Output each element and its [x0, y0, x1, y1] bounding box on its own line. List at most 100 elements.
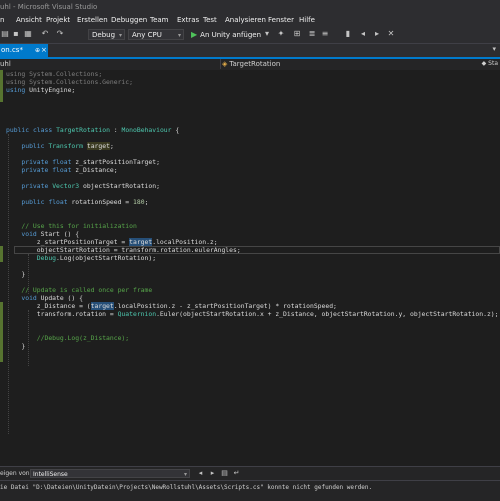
clear-bookmarks-icon[interactable]: ✕	[386, 29, 396, 39]
code-token: 180	[133, 198, 145, 206]
code-token: TargetRotation	[56, 126, 110, 134]
configuration-select[interactable]: Debug ▾	[88, 29, 125, 40]
code-line[interactable]: public Transform target;	[6, 142, 114, 150]
code-line[interactable]: }	[6, 342, 25, 350]
attach-unity-button[interactable]: ▶ An Unity anfügen	[191, 29, 261, 40]
tab-overflow-icon[interactable]: ▾	[492, 45, 496, 53]
code-line[interactable]: // Update is called once per frame	[6, 286, 152, 294]
save-icon[interactable]: ▪	[11, 29, 21, 39]
code-token: public	[21, 142, 45, 150]
code-token: using System.Collections;	[6, 70, 103, 78]
menu-debuggen[interactable]: Debuggen	[111, 16, 147, 24]
prev-bookmark-icon[interactable]: ◂	[358, 29, 368, 39]
code-token: ;	[144, 198, 149, 206]
code-line[interactable]: // Use this for initialization	[6, 222, 136, 230]
code-token: using System.Collections.Generic;	[6, 78, 133, 86]
menu-team[interactable]: Team	[150, 16, 169, 24]
tab-targetrotation-cs[interactable]: on.cs* ⊕ ×	[0, 44, 48, 57]
align-icon[interactable]: ≡	[320, 29, 330, 39]
output-message: ie Datei "D:\Dateien\UnityDatein\Project…	[0, 484, 373, 491]
code-line[interactable]: using System.Collections.Generic;	[6, 78, 133, 86]
clear-output-icon[interactable]: ▤	[220, 469, 229, 478]
code-token: //Debug.Log(z_Distance);	[36, 334, 130, 342]
output-source-select[interactable]: IntelliSense ▾	[30, 469, 190, 478]
menu-fenster[interactable]: Fenster	[268, 16, 294, 24]
code-line[interactable]: private float z_Distance;	[6, 166, 118, 174]
menu-test[interactable]: Test	[203, 16, 217, 24]
code-token: MonoBehaviour	[121, 126, 172, 134]
code-line[interactable]: z_startPositionTarget = target.localPosi…	[6, 238, 218, 246]
next-bookmark-icon[interactable]: ▸	[372, 29, 382, 39]
next-message-icon[interactable]: ▸	[208, 469, 217, 478]
output-panel: eigen von: IntelliSense ▾ ◂ ▸ ▤ ↵ ie Dat…	[0, 466, 500, 501]
code-line[interactable]: //Debug.Log(z_Distance);	[6, 334, 129, 342]
code-line[interactable]: transform.rotation = Quaternion.Euler(ob…	[6, 310, 499, 318]
change-marker	[0, 246, 3, 262]
find-message-icon[interactable]: ◂	[196, 469, 205, 478]
code-line[interactable]: void Update () {	[6, 294, 83, 302]
code-line[interactable]: public float rotationSpeed = 180;	[6, 198, 148, 206]
menu-erstellen[interactable]: Erstellen	[77, 16, 108, 24]
code-token: :	[109, 126, 122, 134]
close-icon[interactable]: ×	[41, 44, 47, 57]
open-file-icon[interactable]: ▤	[0, 29, 10, 39]
output-divider	[0, 480, 500, 481]
chevron-down-icon: ▾	[177, 32, 181, 39]
bookmark-icon[interactable]: ▮	[343, 29, 353, 39]
code-token: public	[6, 126, 30, 134]
redo-icon[interactable]: ↷	[55, 29, 65, 39]
platform-select[interactable]: Any CPU ▾	[128, 29, 184, 40]
platform-value: Any CPU	[132, 31, 162, 39]
code-line[interactable]: using System.Collections;	[6, 70, 102, 78]
code-token: transform.rotation =	[6, 310, 118, 318]
code-line[interactable]: Debug.Log(objectStartRotation);	[6, 254, 156, 262]
pin-icon[interactable]: ⊕	[35, 44, 40, 57]
code-token: Update () {	[36, 294, 83, 302]
title-bar: uhl - Microsoft Visual Studio	[0, 0, 500, 14]
code-token: .Euler(objectStartRotation.x + z_Distanc…	[156, 310, 499, 318]
fire-icon[interactable]: ✦	[276, 29, 286, 39]
format-icon[interactable]: ≣	[307, 29, 317, 39]
code-token: void	[21, 230, 37, 238]
tab-label: on.cs*	[1, 46, 23, 54]
window-title: uhl - Microsoft Visual Studio	[0, 3, 98, 11]
output-source-value: IntelliSense	[33, 471, 68, 478]
code-line[interactable]: private Vector3 objectStartRotation;	[6, 182, 160, 190]
step-icon[interactable]: ⊞	[292, 29, 302, 39]
type-navigator[interactable]: ◈ TargetRotation	[222, 59, 280, 69]
save-all-icon[interactable]: ▦	[23, 29, 33, 39]
menu-extras[interactable]: Extras	[177, 16, 199, 24]
code-line[interactable]: void Start () {	[6, 230, 79, 238]
member-navigator[interactable]: ◆ Sta	[482, 59, 498, 69]
attach-unity-label: An Unity anfügen	[200, 31, 262, 39]
code-token: Transform	[48, 142, 83, 150]
menu-datei[interactable]: n	[0, 16, 4, 24]
code-line[interactable]: z_Distance = (target.localPosition.z - z…	[6, 302, 337, 310]
code-token: private	[21, 182, 49, 190]
project-navigator[interactable]: uhl	[0, 59, 221, 69]
undo-icon[interactable]: ↶	[40, 29, 50, 39]
menu-hilfe[interactable]: Hilfe	[299, 16, 315, 24]
code-token: z_Distance;	[71, 166, 118, 174]
code-token: float	[48, 198, 68, 206]
menu-analysieren[interactable]: Analysieren	[225, 16, 266, 24]
project-name: uhl	[0, 60, 11, 68]
code-line[interactable]: public class TargetRotation : MonoBehavi…	[6, 126, 179, 134]
code-line[interactable]: }	[6, 270, 25, 278]
output-show-label: eigen von:	[0, 470, 32, 477]
word-wrap-icon[interactable]: ↵	[232, 469, 241, 478]
code-line[interactable]: private float z_startPositionTarget;	[6, 158, 160, 166]
code-line[interactable]: using UnityEngine;	[6, 86, 75, 94]
type-name: TargetRotation	[229, 60, 281, 68]
menu-ansicht[interactable]: Ansicht	[16, 16, 42, 24]
menu-bar: n Ansicht Projekt Erstellen Debuggen Tea…	[0, 14, 500, 27]
dropdown-icon[interactable]: ▾	[262, 29, 272, 39]
code-editor[interactable]: using System.Collections; using System.Co…	[0, 70, 500, 460]
code-line[interactable]: objectStartRotation = transform.rotation…	[6, 246, 241, 254]
menu-projekt[interactable]: Projekt	[46, 16, 70, 24]
